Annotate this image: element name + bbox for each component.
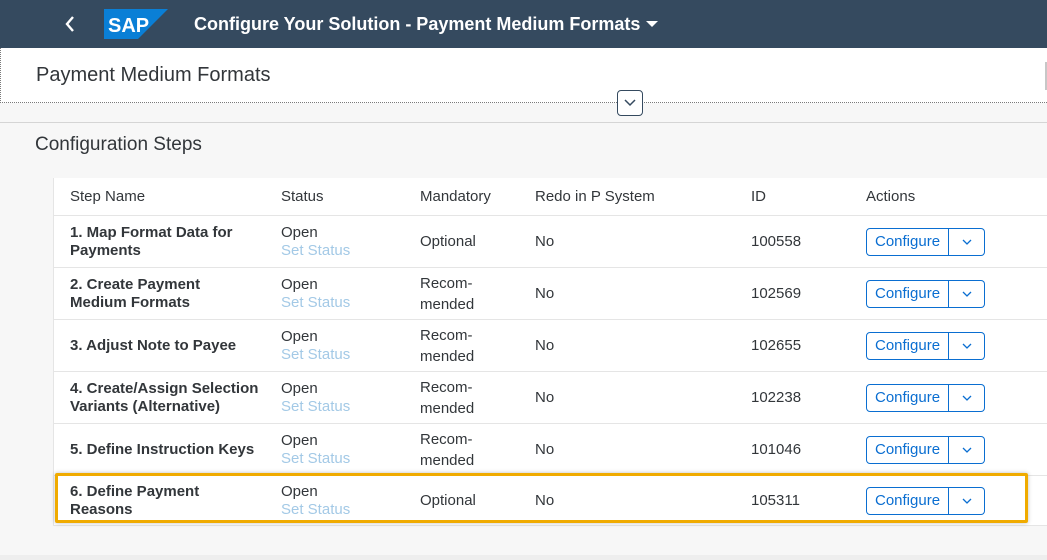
- chevron-down-icon: [962, 239, 972, 245]
- redo-value: No: [535, 233, 555, 250]
- table-row[interactable]: 6. Define Payment Reasons Open Set Statu…: [54, 476, 1047, 526]
- mandatory-value: Recom- mended: [420, 430, 475, 469]
- chevron-down-icon: [962, 498, 972, 504]
- status-text: Open: [281, 275, 318, 293]
- configure-menu-button[interactable]: [949, 279, 986, 308]
- configuration-steps-table: Step Name Status Mandatory Redo in P Sys…: [53, 178, 1047, 526]
- chevron-down-icon: [962, 343, 972, 349]
- set-status-link[interactable]: Set Status: [281, 294, 350, 312]
- mandatory-value: Recom- mended: [420, 326, 475, 365]
- configure-menu-button[interactable]: [949, 486, 986, 515]
- status-text: Open: [281, 431, 318, 449]
- step-id: 100558: [751, 233, 802, 250]
- configure-button[interactable]: Configure: [866, 227, 950, 256]
- status-cell: Open Set Status: [281, 224, 350, 260]
- back-button[interactable]: [50, 4, 90, 44]
- chevron-down-icon: [624, 99, 636, 107]
- step-id: 102569: [751, 285, 802, 302]
- step-id: 101046: [751, 441, 802, 458]
- status-cell: Open Set Status: [281, 483, 350, 519]
- configure-button[interactable]: Configure: [866, 331, 950, 360]
- configure-button[interactable]: Configure: [866, 486, 950, 515]
- column-header-id: ID: [751, 188, 766, 205]
- step-name: 1. Map Format Data for Payments: [70, 223, 233, 259]
- status-text: Open: [281, 379, 318, 397]
- table-row[interactable]: 3. Adjust Note to Payee Open Set Status …: [54, 320, 1047, 372]
- shell-bar: SAP Configure Your Solution - Payment Me…: [0, 0, 1047, 48]
- configure-menu-button[interactable]: [949, 435, 986, 464]
- set-status-link[interactable]: Set Status: [281, 346, 350, 364]
- configure-menu-button[interactable]: [949, 227, 986, 256]
- step-name: 4. Create/Assign Selection Variants (Alt…: [70, 379, 259, 415]
- column-header-step-name: Step Name: [70, 188, 146, 205]
- redo-value: No: [535, 285, 555, 302]
- status-cell: Open Set Status: [281, 276, 350, 312]
- configure-button[interactable]: Configure: [866, 383, 950, 412]
- collapse-header-button[interactable]: [617, 90, 643, 116]
- status-cell: Open Set Status: [281, 328, 350, 364]
- redo-value: No: [535, 441, 555, 458]
- action-split-button: Configure: [866, 383, 986, 412]
- sap-logo: SAP: [104, 9, 168, 39]
- status-text: Open: [281, 223, 318, 241]
- step-id: 102655: [751, 337, 802, 354]
- action-split-button: Configure: [866, 486, 986, 515]
- mandatory-value: Optional: [420, 492, 476, 509]
- set-status-link[interactable]: Set Status: [281, 398, 350, 416]
- mandatory-value: Recom- mended: [420, 378, 475, 417]
- chevron-left-icon: [65, 16, 74, 32]
- action-split-button: Configure: [866, 227, 986, 256]
- status-cell: Open Set Status: [281, 432, 350, 468]
- table-header: Step Name Status Mandatory Redo in P Sys…: [54, 178, 1047, 216]
- step-name: 6. Define Payment Reasons: [70, 482, 200, 518]
- redo-value: No: [535, 337, 555, 354]
- caret-down-icon: [646, 21, 659, 27]
- chevron-down-icon: [962, 447, 972, 453]
- column-header-status: Status: [281, 188, 324, 205]
- status-text: Open: [281, 482, 318, 500]
- mandatory-value: Optional: [420, 233, 476, 250]
- configure-button[interactable]: Configure: [866, 279, 950, 308]
- action-split-button: Configure: [866, 331, 986, 360]
- column-header-actions: Actions: [866, 188, 916, 205]
- step-name: 2. Create Payment Medium Formats: [70, 275, 201, 311]
- set-status-link[interactable]: Set Status: [281, 242, 350, 260]
- bottom-bar: [0, 555, 1047, 560]
- action-split-button: Configure: [866, 435, 986, 464]
- step-name: 5. Define Instruction Keys: [70, 440, 255, 458]
- table-row[interactable]: 4. Create/Assign Selection Variants (Alt…: [54, 372, 1047, 424]
- redo-value: No: [535, 389, 555, 406]
- object-header: Payment Medium Formats: [0, 48, 1047, 103]
- page-title: Payment Medium Formats: [36, 64, 271, 86]
- table-row[interactable]: 2. Create Payment Medium Formats Open Se…: [54, 268, 1047, 320]
- table-row[interactable]: 1. Map Format Data for Payments Open Set…: [54, 216, 1047, 268]
- set-status-link[interactable]: Set Status: [281, 450, 350, 468]
- chevron-down-icon: [962, 395, 972, 401]
- status-text: Open: [281, 327, 318, 345]
- svg-text:SAP: SAP: [108, 15, 149, 37]
- column-header-redo: Redo in P System: [535, 188, 655, 205]
- configure-button[interactable]: Configure: [866, 435, 950, 464]
- set-status-link[interactable]: Set Status: [281, 501, 350, 519]
- configure-menu-button[interactable]: [949, 331, 986, 360]
- status-cell: Open Set Status: [281, 380, 350, 416]
- configure-menu-button[interactable]: [949, 383, 986, 412]
- mandatory-value: Recom- mended: [420, 274, 475, 313]
- redo-value: No: [535, 492, 555, 509]
- step-id: 105311: [751, 492, 800, 509]
- header-separator: [0, 122, 1047, 123]
- app-title: Configure Your Solution - Payment Medium…: [194, 13, 641, 34]
- section-title: Configuration Steps: [35, 134, 202, 155]
- chevron-down-icon: [962, 291, 972, 297]
- app-title-menu[interactable]: Configure Your Solution - Payment Medium…: [194, 13, 659, 35]
- step-id: 102238: [751, 389, 802, 406]
- action-split-button: Configure: [866, 279, 986, 308]
- table-row[interactable]: 5. Define Instruction Keys Open Set Stat…: [54, 424, 1047, 476]
- column-header-mandatory: Mandatory: [420, 188, 491, 205]
- step-name: 3. Adjust Note to Payee: [70, 336, 237, 354]
